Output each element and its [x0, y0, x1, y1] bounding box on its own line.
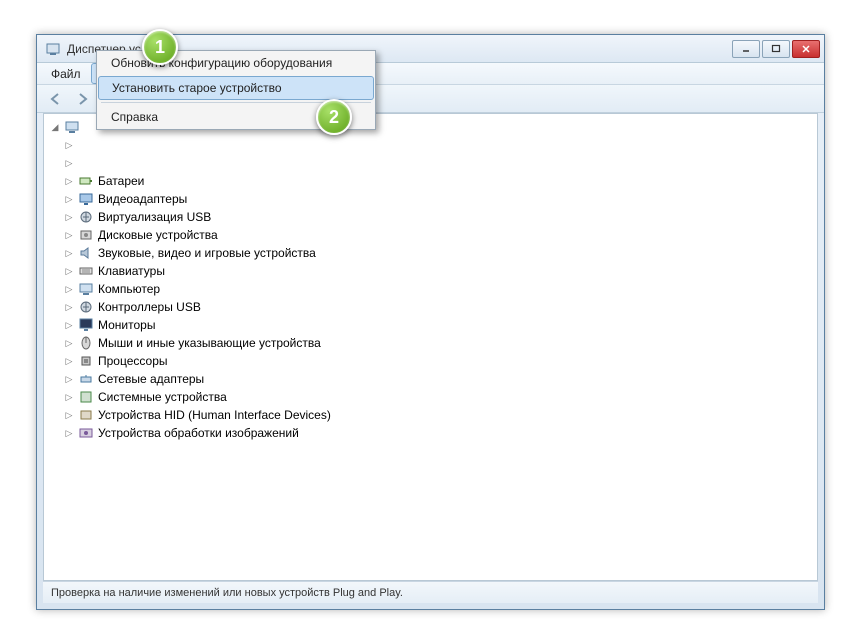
cpu-icon [78, 353, 94, 369]
tree-node[interactable]: ▷ [60, 136, 815, 154]
tree-node[interactable]: ▷ Компьютер [60, 280, 815, 298]
tree-node[interactable]: ▷ Процессоры [60, 352, 815, 370]
expand-icon[interactable]: ▷ [64, 230, 74, 240]
tree-node-label: Звуковые, видео и игровые устройства [98, 246, 316, 260]
app-icon [45, 41, 61, 57]
hidden-icon [78, 155, 94, 171]
forward-button[interactable] [71, 89, 93, 109]
tree-node-label: Системные устройства [98, 390, 227, 404]
tree-node-label: Компьютер [98, 282, 160, 296]
tree-node-label: Видеоадаптеры [98, 192, 187, 206]
tree-node-label: Клавиатуры [98, 264, 165, 278]
statusbar: Проверка на наличие изменений или новых … [43, 581, 818, 603]
tree-node[interactable]: ▷ Сетевые адаптеры [60, 370, 815, 388]
system-icon [78, 389, 94, 405]
expand-icon[interactable]: ▷ [64, 428, 74, 438]
expand-icon[interactable]: ▷ [64, 212, 74, 222]
back-button[interactable] [45, 89, 67, 109]
expand-icon[interactable]: ▷ [64, 248, 74, 258]
mouse-icon [78, 335, 94, 351]
window-controls [732, 40, 820, 58]
expand-icon[interactable]: ▷ [64, 338, 74, 348]
tree-node[interactable]: ▷ Видеоадаптеры [60, 190, 815, 208]
keyboard-icon [78, 263, 94, 279]
menu-install-legacy[interactable]: Установить старое устройство [98, 76, 374, 100]
expand-icon[interactable]: ▷ [64, 410, 74, 420]
expand-icon[interactable]: ▷ [64, 374, 74, 384]
tree-node-label: Дисковые устройства [98, 228, 218, 242]
display-icon [78, 191, 94, 207]
tree-node-label: Виртуализация USB [98, 210, 211, 224]
tree-node-label: Сетевые адаптеры [98, 372, 204, 386]
tree-node[interactable]: ▷ [60, 154, 815, 172]
menu-file[interactable]: Файл [41, 63, 91, 84]
expand-icon[interactable]: ▷ [64, 392, 74, 402]
tree-node-label: Устройства обработки изображений [98, 426, 299, 440]
tree-node[interactable]: ▷ Батареи [60, 172, 815, 190]
hidden-icon [78, 137, 94, 153]
tree-node[interactable]: ▷ Мыши и иные указывающие устройства [60, 334, 815, 352]
expand-icon[interactable]: ▷ [64, 284, 74, 294]
tree-node-label: Контроллеры USB [98, 300, 201, 314]
minimize-button[interactable] [732, 40, 760, 58]
network-icon [78, 371, 94, 387]
tree-node-label: Мыши и иные указывающие устройства [98, 336, 321, 350]
computer-icon [78, 281, 94, 297]
tree-node[interactable]: ▷ Мониторы [60, 316, 815, 334]
tree-node[interactable]: ▷ Клавиатуры [60, 262, 815, 280]
disk-icon [78, 227, 94, 243]
device-tree: ◢ ▷ ▷ ▷ Батареи ▷ Видеоадаптеры ▷ Виртуализация… [44, 114, 817, 446]
expand-icon[interactable]: ▷ [64, 194, 74, 204]
monitor-icon [78, 317, 94, 333]
tree-node[interactable]: ▷ Звуковые, видео и игровые устройства [60, 244, 815, 262]
content-area: ◢ ▷ ▷ ▷ Батареи ▷ Видеоадаптеры ▷ Виртуализация… [43, 113, 818, 581]
expand-icon[interactable]: ▷ [64, 176, 74, 186]
tree-node[interactable]: ▷ Дисковые устройства [60, 226, 815, 244]
tree-node[interactable]: ▷ Виртуализация USB [60, 208, 815, 226]
tree-node[interactable]: ▷ Устройства обработки изображений [60, 424, 815, 442]
sound-icon [78, 245, 94, 261]
callout-1: 1 [142, 29, 178, 65]
usb-icon [78, 299, 94, 315]
expand-icon[interactable]: ▷ [64, 302, 74, 312]
tree-node[interactable]: ▷ Системные устройства [60, 388, 815, 406]
tree-node-label: Батареи [98, 174, 144, 188]
hid-icon [78, 407, 94, 423]
menu-refresh-hardware[interactable]: Обновить конфигурацию оборудования [97, 51, 375, 75]
computer-icon [64, 119, 80, 135]
callout-2: 2 [316, 99, 352, 135]
close-button[interactable] [792, 40, 820, 58]
expand-icon[interactable]: ▷ [64, 158, 74, 168]
expand-icon[interactable]: ▷ [64, 266, 74, 276]
imaging-icon [78, 425, 94, 441]
battery-icon [78, 173, 94, 189]
status-text: Проверка на наличие изменений или новых … [51, 587, 403, 599]
expand-icon[interactable]: ▷ [64, 320, 74, 330]
maximize-button[interactable] [762, 40, 790, 58]
collapse-icon[interactable]: ◢ [50, 122, 60, 132]
expand-icon[interactable]: ▷ [64, 140, 74, 150]
tree-node[interactable]: ▷ Устройства HID (Human Interface Devices… [60, 406, 815, 424]
expand-icon[interactable]: ▷ [64, 356, 74, 366]
tree-node[interactable]: ▷ Контроллеры USB [60, 298, 815, 316]
tree-node-label: Устройства HID (Human Interface Devices) [98, 408, 331, 422]
tree-node-label: Процессоры [98, 354, 168, 368]
tree-node-label: Мониторы [98, 318, 155, 332]
usb-icon [78, 209, 94, 225]
